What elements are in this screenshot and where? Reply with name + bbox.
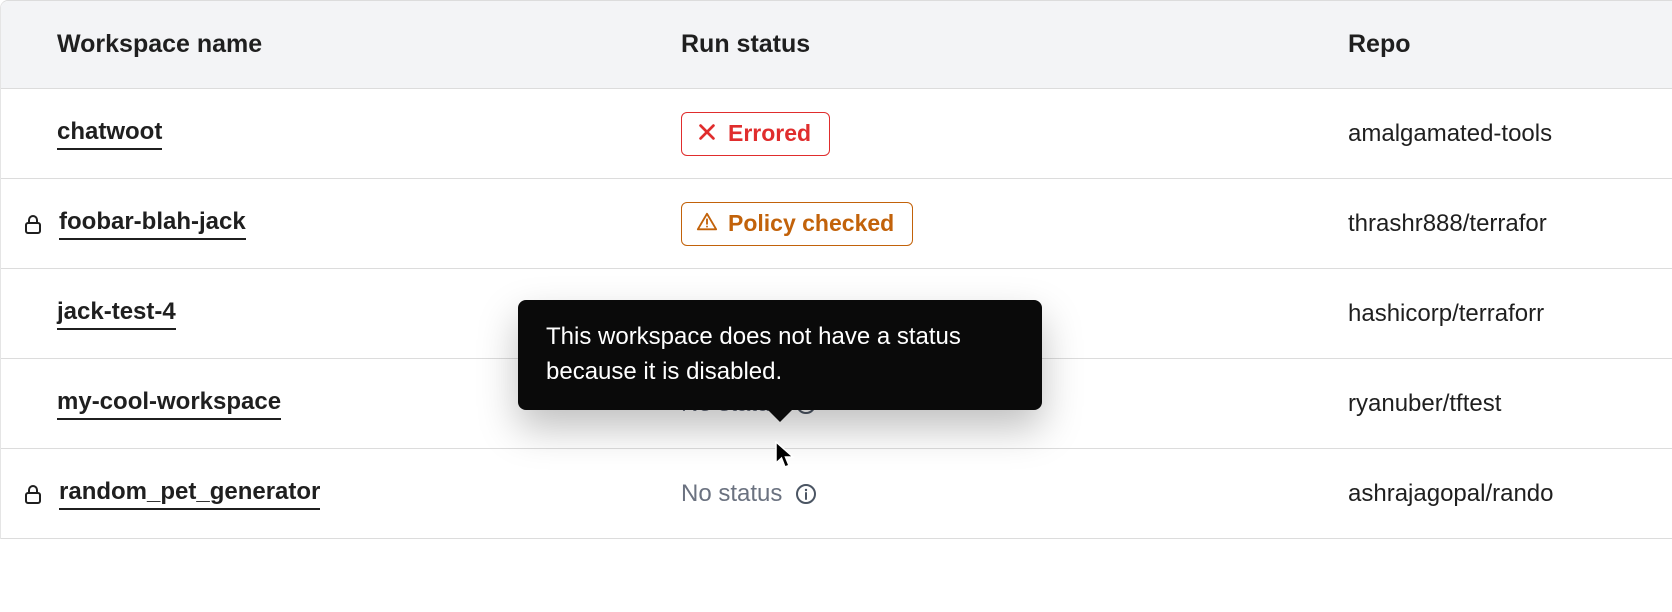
table-row: random_pet_generator No status ashrajago… (1, 449, 1672, 539)
workspace-name-cell: foobar-blah-jack (57, 208, 681, 240)
workspace-name-cell: chatwoot (57, 118, 681, 150)
workspace-name-cell: random_pet_generator (57, 478, 681, 510)
status-label: No status (681, 480, 782, 508)
table-row: chatwoot Errored amalgamated-tools (1, 89, 1672, 179)
status-badge-errored[interactable]: Errored (681, 112, 830, 156)
col-header-repo[interactable]: Repo (1348, 30, 1644, 59)
workspaces-table: Workspace name Run status Repo chatwoot … (0, 0, 1672, 539)
repo-cell[interactable]: thrashr888/terrafor (1348, 210, 1644, 238)
tooltip-text: This workspace does not have a status be… (546, 323, 961, 385)
status-label: Policy checked (728, 212, 894, 235)
run-status-cell: Policy checked (681, 202, 1348, 246)
col-header-run-status[interactable]: Run status (681, 30, 1348, 59)
repo-cell[interactable]: hashicorp/terraforr (1348, 300, 1644, 328)
table-header-row: Workspace name Run status Repo (1, 1, 1672, 89)
repo-cell[interactable]: amalgamated-tools (1348, 120, 1644, 148)
workspace-link[interactable]: random_pet_generator (59, 478, 320, 510)
run-status-cell: Errored (681, 112, 1348, 156)
status-badge-policy-checked[interactable]: Policy checked (681, 202, 913, 246)
workspace-link[interactable]: my-cool-workspace (57, 388, 281, 420)
lock-icon (21, 482, 45, 506)
repo-cell[interactable]: ashrajagopal/rando (1348, 480, 1644, 508)
col-header-workspace[interactable]: Workspace name (57, 30, 681, 59)
workspace-link[interactable]: jack-test-4 (57, 298, 176, 330)
repo-cell[interactable]: ryanuber/tftest (1348, 390, 1644, 418)
info-icon[interactable] (794, 482, 818, 506)
workspace-link[interactable]: chatwoot (57, 118, 162, 150)
status-tooltip: This workspace does not have a status be… (518, 300, 1042, 410)
workspace-link[interactable]: foobar-blah-jack (59, 208, 246, 240)
alert-triangle-icon (696, 211, 718, 237)
status-label: Errored (728, 122, 811, 145)
x-icon (696, 121, 718, 147)
lock-icon (21, 212, 45, 236)
table-row: foobar-blah-jack Policy checked thrashr8… (1, 179, 1672, 269)
run-status-cell: No status (681, 480, 1348, 508)
